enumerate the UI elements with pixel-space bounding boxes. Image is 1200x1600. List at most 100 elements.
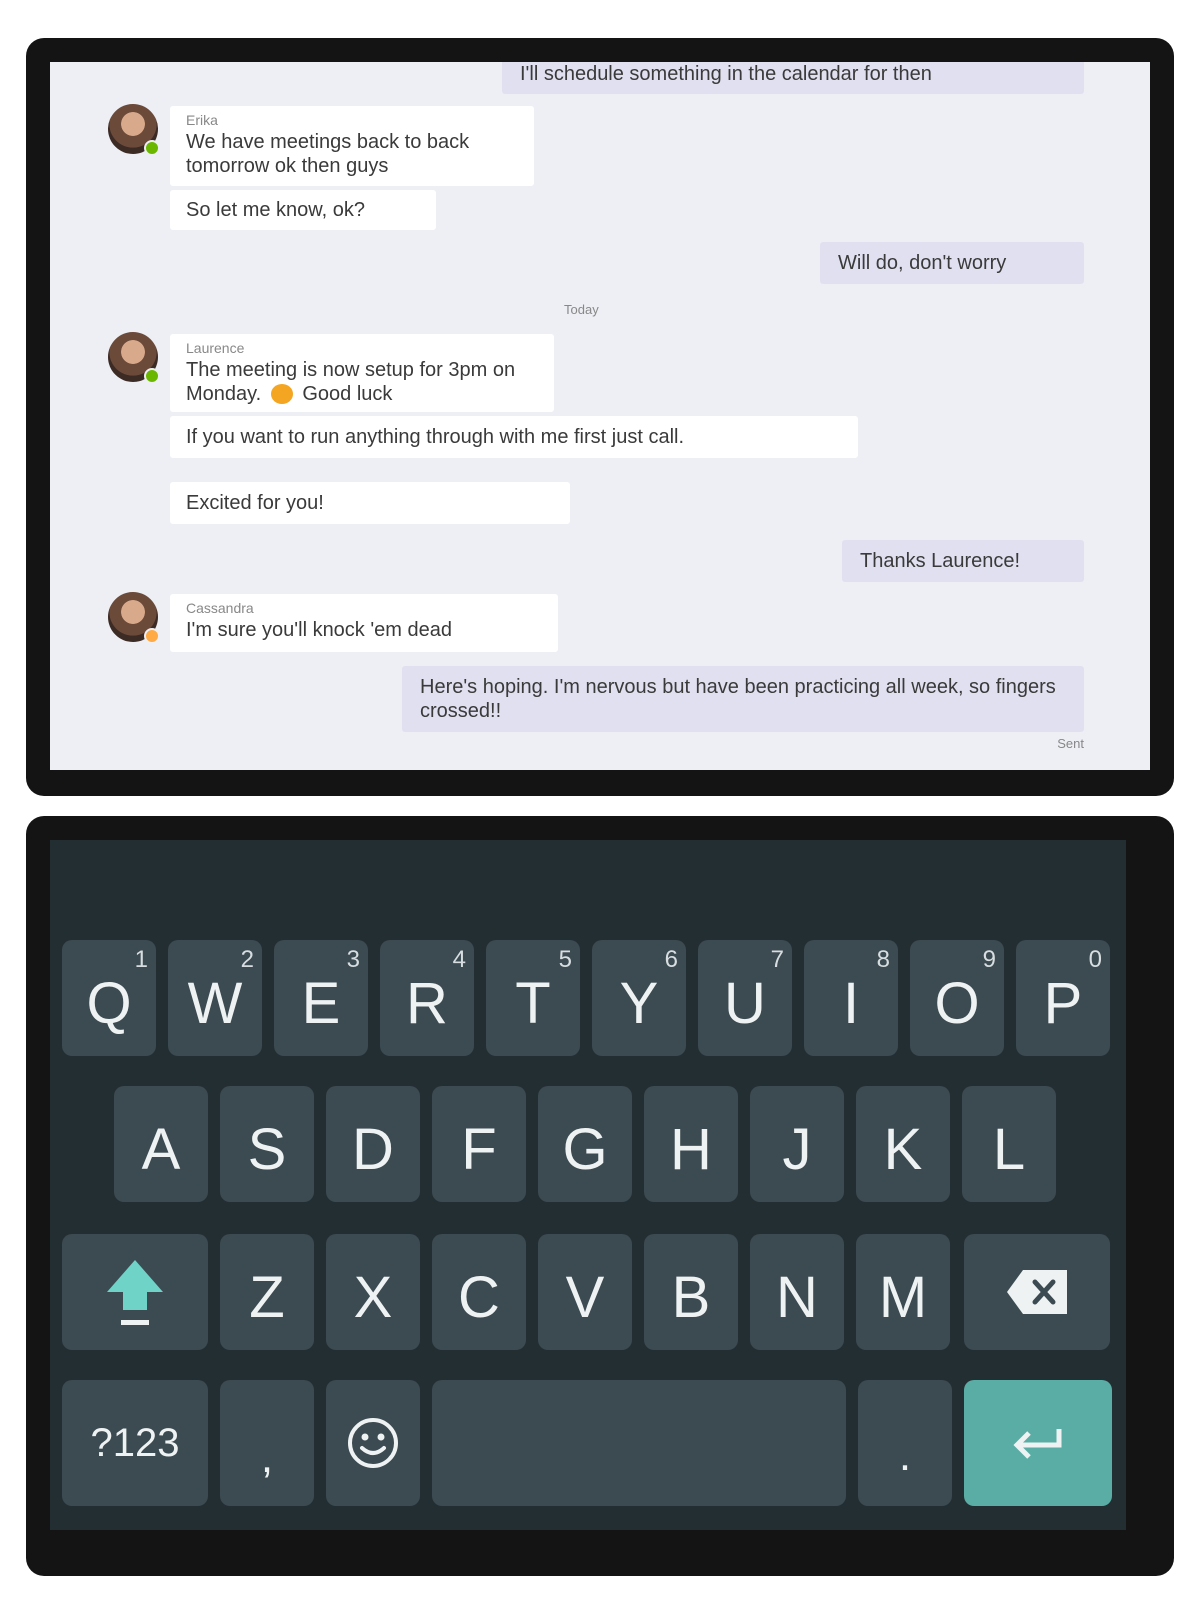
- message-text: Excited for you!: [186, 492, 324, 514]
- key-label: L: [992, 1116, 1026, 1182]
- emoji-icon: [348, 1418, 398, 1468]
- key-s[interactable]: S: [220, 1086, 314, 1202]
- enter-icon: [1013, 1429, 1062, 1459]
- key-label: B: [671, 1264, 711, 1330]
- key-hint: 2: [240, 946, 254, 973]
- key-u[interactable]: 7 U: [698, 940, 792, 1056]
- key-label: H: [670, 1116, 712, 1182]
- key-label: Y: [619, 970, 659, 1036]
- smile-emoji-icon: [270, 384, 293, 404]
- presence-available-icon: [144, 140, 160, 156]
- sender-name: Laurence: [186, 340, 245, 356]
- emoji-key[interactable]: [326, 1380, 420, 1506]
- key-y[interactable]: 6 Y: [592, 940, 686, 1056]
- key-label: .: [898, 1431, 912, 1480]
- key-hint: 9: [982, 946, 996, 973]
- key-t[interactable]: 5 T: [486, 940, 580, 1056]
- key-x[interactable]: X: [326, 1234, 420, 1350]
- enter-key[interactable]: [964, 1380, 1112, 1506]
- message-text: If you want to run anything through with…: [186, 426, 685, 448]
- key-p[interactable]: 0 P: [1016, 940, 1110, 1056]
- on-screen-keyboard: 1 Q 2 W 3 E 4 R 5 T 6 Y 7 U 8 I 9 O 0 P …: [50, 840, 1126, 1530]
- period-key[interactable]: .: [858, 1380, 952, 1506]
- key-v[interactable]: V: [538, 1234, 632, 1350]
- key-hint: 3: [346, 946, 360, 973]
- spacebar[interactable]: [432, 1380, 846, 1506]
- key-b[interactable]: B: [644, 1234, 738, 1350]
- sender-name: Erika: [186, 112, 218, 128]
- key-e[interactable]: 3 E: [274, 940, 368, 1056]
- avatar-laurence[interactable]: [108, 332, 160, 384]
- backspace-key[interactable]: [964, 1234, 1110, 1350]
- message-incoming[interactable]: So let me know, ok?: [170, 190, 436, 230]
- message-incoming[interactable]: Laurence The meeting is now setup for 3p…: [170, 334, 554, 412]
- key-hint: 4: [452, 946, 466, 973]
- key-label: P: [1043, 970, 1083, 1036]
- key-a[interactable]: A: [114, 1086, 208, 1202]
- key-hint: 1: [134, 946, 148, 973]
- key-o[interactable]: 9 O: [910, 940, 1004, 1056]
- key-h[interactable]: H: [644, 1086, 738, 1202]
- avatar-erika[interactable]: [108, 104, 160, 156]
- key-label: G: [562, 1116, 608, 1182]
- shift-key[interactable]: [62, 1234, 208, 1350]
- message-text: So let me know, ok?: [186, 199, 365, 221]
- key-c[interactable]: C: [432, 1234, 526, 1350]
- chat-device-frame: I'll schedule something in the calendar …: [26, 38, 1174, 796]
- message-outgoing[interactable]: I'll schedule something in the calendar …: [502, 62, 1084, 94]
- message-incoming[interactable]: Erika We have meetings back to back tomo…: [170, 106, 534, 186]
- key-z[interactable]: Z: [220, 1234, 314, 1350]
- message-outgoing[interactable]: Here's hoping. I'm nervous but have been…: [402, 666, 1084, 732]
- key-l[interactable]: L: [962, 1086, 1056, 1202]
- key-label: V: [565, 1264, 605, 1330]
- key-label: M: [878, 1264, 928, 1330]
- key-k[interactable]: K: [856, 1086, 950, 1202]
- message-text-continued: Good luck: [302, 383, 393, 405]
- key-w[interactable]: 2 W: [168, 940, 262, 1056]
- key-i[interactable]: 8 I: [804, 940, 898, 1056]
- key-d[interactable]: D: [326, 1086, 420, 1202]
- key-label: ,: [260, 1433, 274, 1482]
- message-incoming[interactable]: Excited for you!: [170, 482, 570, 524]
- key-f[interactable]: F: [432, 1086, 526, 1202]
- key-r[interactable]: 4 R: [380, 940, 474, 1056]
- backspace-icon: [1007, 1270, 1067, 1314]
- key-label: U: [724, 970, 766, 1036]
- presence-available-icon: [144, 368, 160, 384]
- message-text: Here's hoping. I'm nervous but have been…: [420, 676, 1056, 722]
- key-label: I: [842, 970, 860, 1036]
- sent-status: Sent: [1057, 736, 1084, 751]
- key-label: X: [353, 1264, 393, 1330]
- key-hint: 7: [770, 946, 784, 973]
- key-q[interactable]: 1 Q: [62, 940, 156, 1056]
- key-label: Z: [249, 1264, 285, 1330]
- message-outgoing[interactable]: Thanks Laurence!: [842, 540, 1084, 582]
- comma-key[interactable]: ,: [220, 1380, 314, 1506]
- key-j[interactable]: J: [750, 1086, 844, 1202]
- message-text: I'll schedule something in the calendar …: [520, 63, 932, 85]
- symbols-key[interactable]: ?123: [62, 1380, 208, 1506]
- key-label: N: [776, 1264, 818, 1330]
- message-text: I'm sure you'll knock 'em dead: [186, 619, 453, 641]
- key-label: T: [515, 970, 551, 1036]
- key-m[interactable]: M: [856, 1234, 950, 1350]
- message-incoming[interactable]: Cassandra I'm sure you'll knock 'em dead: [170, 594, 558, 652]
- key-hint: 8: [876, 946, 890, 973]
- key-hint: 5: [558, 946, 572, 973]
- key-hint: 0: [1088, 946, 1102, 973]
- key-label: J: [782, 1116, 812, 1182]
- message-text: Will do, don't worry: [838, 252, 1007, 274]
- keyboard-device-frame: 1 Q 2 W 3 E 4 R 5 T 6 Y 7 U 8 I 9 O 0 P …: [26, 816, 1174, 1576]
- key-label: Q: [86, 970, 132, 1036]
- shift-icon: [107, 1260, 163, 1325]
- key-label: K: [883, 1116, 923, 1182]
- key-label: C: [458, 1264, 500, 1330]
- chat-conversation[interactable]: I'll schedule something in the calendar …: [50, 62, 1150, 770]
- key-label: D: [352, 1116, 394, 1182]
- key-n[interactable]: N: [750, 1234, 844, 1350]
- message-incoming[interactable]: If you want to run anything through with…: [170, 416, 858, 458]
- key-g[interactable]: G: [538, 1086, 632, 1202]
- message-outgoing[interactable]: Will do, don't worry: [820, 242, 1084, 284]
- day-separator: Today: [564, 302, 599, 317]
- avatar-cassandra[interactable]: [108, 592, 160, 644]
